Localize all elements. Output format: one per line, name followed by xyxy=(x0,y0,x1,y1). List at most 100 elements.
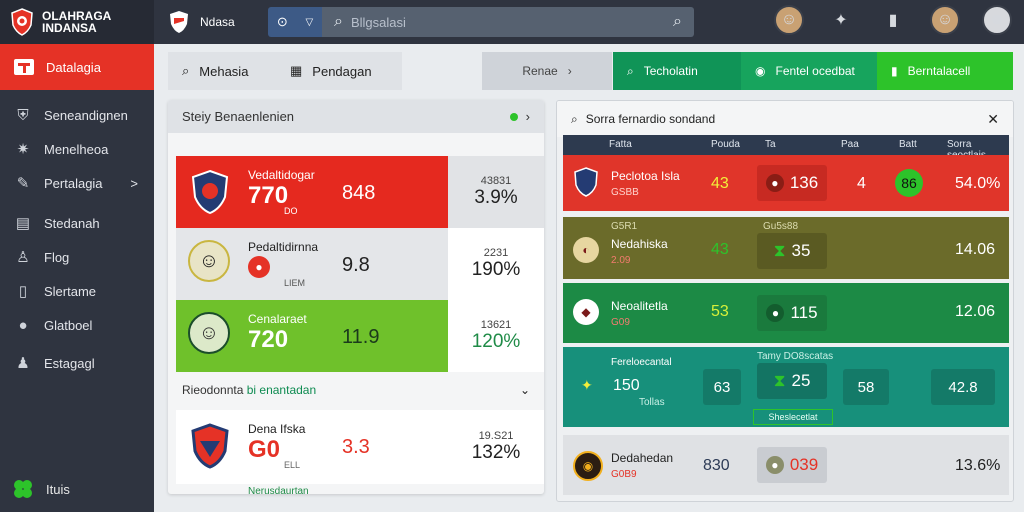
face-icon: ☺ xyxy=(198,321,220,344)
face-icon: ☺ xyxy=(198,249,220,272)
team-mid-value: 848 xyxy=(342,182,376,204)
table-row[interactable]: Peclotoa Isla GSBB 43 ● 136 4 86 54.0% xyxy=(563,155,1009,211)
close-icon[interactable]: ✕ xyxy=(987,111,999,128)
medal-icon: ⧗ xyxy=(773,241,786,260)
pct-small: 2231 xyxy=(483,247,509,259)
stat-box: ⧗ 25 xyxy=(757,363,827,399)
search-icon: ⌕ xyxy=(627,63,634,78)
app-title-block: OLAHRAGA INDANSA xyxy=(42,10,111,34)
standings-row[interactable]: Dena Ifska G0 ELL 3.3 19.S21 132% xyxy=(176,410,544,484)
sidebar-item-stedanah[interactable]: ▤ Stedanah xyxy=(0,206,154,240)
user-icon: ♙ xyxy=(16,249,30,266)
stat-box: 42.8 xyxy=(931,369,995,405)
team-badge-icon: ◉ xyxy=(573,451,603,481)
standings-row[interactable]: Vedaltidogar 770 DO 848 43831 3.9% xyxy=(176,156,544,228)
calendar-icon: ▦ xyxy=(290,63,303,78)
stat-value: 53 xyxy=(711,303,729,320)
stat-box-value: 35 xyxy=(791,241,811,260)
table-row[interactable]: Fereloecantal Tamy DO8scatas ✦ 150 Tolla… xyxy=(563,347,1009,427)
sports-icon: ✷ xyxy=(16,141,30,158)
table-row[interactable]: G5R1 Gu5s88 ◐ Nedahiska 2.09 43 ⧗ 35 14.… xyxy=(563,217,1009,279)
section-title-text: Rieodonnta xyxy=(182,383,244,397)
stat-percent: 12.06 xyxy=(955,303,996,320)
shield-icon: ⛨ xyxy=(17,106,29,124)
star-icon[interactable]: ✦ xyxy=(826,5,856,35)
team-name: Fereloecantal xyxy=(611,357,672,368)
sidebar-item-label: Flog xyxy=(44,249,70,265)
clock-icon: ⊙ xyxy=(276,14,288,29)
ball-icon: ● xyxy=(766,304,785,322)
sidebar-item-menelheoa[interactable]: ✷ Menelheoa xyxy=(0,132,154,166)
standings-title: Steiy Benaenlenien xyxy=(182,109,295,124)
status-indicator[interactable]: › xyxy=(509,109,530,124)
table-row[interactable]: ◆ Neoalitetla G09 53 ● 115 12.06 xyxy=(563,283,1009,343)
top-brand[interactable]: Ndasa xyxy=(168,10,268,34)
standings-row[interactable]: ☺ Cenalaraet 720 11.9 13621 120% xyxy=(176,300,544,372)
stat-box-value: 039 xyxy=(789,455,819,474)
brand-shield-icon xyxy=(170,11,188,33)
stat-percent: 13.6% xyxy=(955,457,1001,474)
player-avatar: ☺ xyxy=(188,240,230,282)
top-icons: ☺ ✦ ▮ ☺ ☻ xyxy=(774,5,1012,35)
sidebar-item-seneandignen[interactable]: ⛨ Seneandignen xyxy=(0,98,154,132)
sidebar-item-slertame[interactable]: ▯ Slertame xyxy=(0,274,154,308)
stat-box-value: 25 xyxy=(791,371,811,390)
row-percent: 13621 120% xyxy=(448,300,544,372)
top-brand-label: Ndasa xyxy=(200,15,235,29)
row-main: ☺ Pedaltidirnna ● LIEM 9.8 xyxy=(176,228,448,300)
pct-value: 190% xyxy=(471,259,521,280)
group-icon: ♟ xyxy=(16,355,30,372)
toolbar-green3-button[interactable]: ▮ Berntalacell xyxy=(877,52,1013,90)
team-mid-value: 3.3 xyxy=(342,436,370,458)
standings-header: Steiy Benaenlenien › xyxy=(168,100,544,133)
toolbar-filter-button[interactable]: Renae › xyxy=(482,52,612,90)
player-name: Pedaltidirnna xyxy=(248,240,319,254)
sidebar-item-label: Estagagl xyxy=(44,355,95,371)
mobile-icon[interactable]: ▮ xyxy=(878,5,908,35)
toolbar-green2-button[interactable]: ◉ Fentel ocedbat xyxy=(741,52,877,90)
team-sub: GSBB xyxy=(611,187,639,198)
account-avatar-icon[interactable]: ☻ xyxy=(982,5,1012,35)
sidebar-item-pertalagia[interactable]: ✎ Pertalagia > xyxy=(0,166,154,200)
team-sub: DO xyxy=(284,206,298,216)
column-header: Pouda xyxy=(711,139,740,150)
stat-box-value: 115 xyxy=(790,303,818,322)
search-submit-icon[interactable]: ⌕ xyxy=(673,13,682,31)
pct-small: 19.S21 xyxy=(478,430,514,442)
pct-value: 132% xyxy=(471,442,521,463)
search-scope[interactable]: ⊙ ▽ xyxy=(268,7,322,37)
pct-value: 3.9% xyxy=(474,187,518,208)
sidebar-item-label: Pertalagia xyxy=(44,175,103,191)
app-logo[interactable]: OLAHRAGA INDANSA xyxy=(0,0,154,44)
table-row[interactable]: ◉ Dedahedan G0B9 830 ● 039 13.6% xyxy=(563,435,1009,495)
chevron-icon[interactable]: ⌄ xyxy=(520,383,530,397)
toolbar-search-button[interactable]: ⌕ Mehasia xyxy=(168,52,276,90)
team-sub: ELL xyxy=(284,460,301,470)
live-dot-icon xyxy=(509,113,518,121)
row-percent: 2231 190% xyxy=(448,228,544,300)
star-icon: ✦ xyxy=(581,377,593,393)
stat-value: 4 xyxy=(857,175,866,192)
sidebar-footer[interactable]: Ituis xyxy=(12,478,70,500)
section-title: Rieodonnta bi enantadan xyxy=(182,383,316,397)
team-name: Neoalitetla xyxy=(611,299,668,313)
stat-value: 43 xyxy=(711,241,729,258)
user-avatar-icon[interactable]: ☺ xyxy=(930,5,960,35)
stat-button[interactable]: Sheslecetlat xyxy=(753,409,833,425)
toolbar-green1-button[interactable]: ⌕ Techolatin xyxy=(613,52,741,90)
profile-avatar-icon[interactable]: ☺ xyxy=(774,5,804,35)
sidebar-item-flog[interactable]: ♙ Flog xyxy=(0,240,154,274)
search-field[interactable]: ⌕ ⌕ xyxy=(322,7,694,37)
table-header: Fatta Pouda Ta Paa Batt Sorra seoctlais xyxy=(563,135,1009,161)
standings-row[interactable]: ☺ Pedaltidirnna ● LIEM 9.8 2231 190% xyxy=(176,228,544,300)
sidebar-item-estagagl[interactable]: ♟ Estagagl xyxy=(0,346,154,380)
team-flag-icon: ● xyxy=(248,256,270,278)
toolbar-calendar-button[interactable]: ▦ Pendagan xyxy=(276,52,402,90)
player-mid-value: 11.9 xyxy=(342,326,380,348)
sidebar-item-active[interactable]: Datalagia xyxy=(0,44,154,90)
sidebar-item-glatboel[interactable]: ● Glatboel xyxy=(0,308,154,342)
search-input[interactable] xyxy=(350,14,666,30)
row-percent: 43831 3.9% xyxy=(448,156,544,228)
comparison-panel: ⌕ Sorra fernardio sondand ✕ Fatta Pouda … xyxy=(556,100,1014,502)
target-icon: ◉ xyxy=(755,64,766,78)
